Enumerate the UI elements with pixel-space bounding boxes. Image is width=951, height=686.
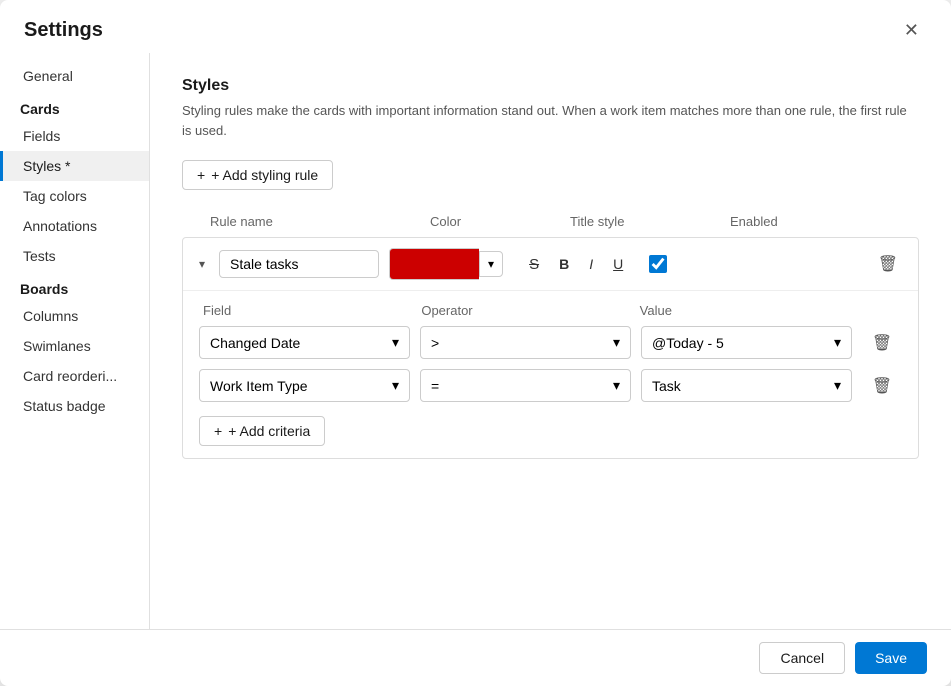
- strikethrough-button[interactable]: S: [523, 252, 545, 277]
- color-picker: ▾: [389, 248, 503, 280]
- chevron-down-icon: ▾: [199, 257, 205, 271]
- sidebar-item-card-reorder[interactable]: Card reorderi...: [0, 361, 149, 391]
- rule-expand-button[interactable]: ▾: [195, 255, 209, 273]
- value-select-2-value: Task: [652, 378, 681, 394]
- delete-icon: 🗑: [872, 335, 892, 352]
- delete-criteria-2-button[interactable]: 🗑: [862, 372, 902, 400]
- underline-button[interactable]: U: [607, 252, 629, 276]
- save-button[interactable]: Save: [855, 642, 927, 674]
- settings-dialog: Settings ✕ General Cards Fields Styles *…: [0, 0, 951, 686]
- chevron-down-icon: ▾: [488, 257, 494, 271]
- criteria-col-operator: Operator: [421, 303, 639, 318]
- section-title: Styles: [182, 77, 919, 95]
- criteria-col-value: Value: [640, 303, 858, 318]
- operator-select-2-value: =: [431, 378, 439, 394]
- chevron-down-icon: ▾: [613, 334, 620, 351]
- rule-row: ▾ ▾ S B I U: [182, 237, 919, 459]
- sidebar-item-swimlanes[interactable]: Swimlanes: [0, 331, 149, 361]
- criteria-row: Changed Date ▾ > ▾ @Today - 5 ▾ 🗑: [199, 326, 902, 359]
- section-description: Styling rules make the cards with import…: [182, 101, 919, 140]
- value-select-1-value: @Today - 5: [652, 335, 724, 351]
- criteria-col-field: Field: [203, 303, 421, 318]
- dialog-footer: Cancel Save: [0, 629, 951, 686]
- field-select-2[interactable]: Work Item Type ▾: [199, 369, 410, 402]
- add-styling-rule-label: + Add styling rule: [211, 167, 318, 183]
- col-header-title-style: Title style: [570, 214, 730, 229]
- rule-name-input[interactable]: [219, 250, 379, 278]
- chevron-down-icon: ▾: [613, 377, 620, 394]
- sidebar-item-annotations[interactable]: Annotations: [0, 211, 149, 241]
- color-swatch[interactable]: [389, 248, 479, 280]
- operator-select-1[interactable]: > ▾: [420, 326, 631, 359]
- delete-criteria-1-button[interactable]: 🗑: [862, 329, 902, 357]
- chevron-down-icon: ▾: [392, 377, 399, 394]
- col-header-color: Color: [430, 214, 570, 229]
- operator-select-1-value: >: [431, 335, 439, 351]
- criteria-col-action: [858, 303, 898, 318]
- delete-icon: 🗑: [878, 256, 898, 273]
- chevron-down-icon: ▾: [392, 334, 399, 351]
- chevron-down-icon: ▾: [834, 334, 841, 351]
- enabled-checkbox[interactable]: [649, 255, 667, 273]
- value-select-2[interactable]: Task ▾: [641, 369, 852, 402]
- field-select-2-value: Work Item Type: [210, 378, 308, 394]
- sidebar-item-status-badge[interactable]: Status badge: [0, 391, 149, 421]
- sidebar-item-tests[interactable]: Tests: [0, 241, 149, 271]
- field-select-1[interactable]: Changed Date ▾: [199, 326, 410, 359]
- chevron-down-icon: ▾: [834, 377, 841, 394]
- table-header: Rule name Color Title style Enabled: [182, 210, 919, 233]
- sidebar: General Cards Fields Styles * Tag colors…: [0, 53, 150, 629]
- field-select-1-value: Changed Date: [210, 335, 300, 351]
- sidebar-item-styles[interactable]: Styles *: [0, 151, 149, 181]
- dialog-title: Settings: [24, 19, 103, 42]
- rule-header: ▾ ▾ S B I U: [183, 238, 918, 291]
- dialog-body: General Cards Fields Styles * Tag colors…: [0, 53, 951, 629]
- sidebar-section-cards: Cards: [0, 91, 149, 121]
- add-criteria-label: + Add criteria: [228, 423, 310, 439]
- bold-button[interactable]: B: [553, 252, 575, 276]
- main-content: Styles Styling rules make the cards with…: [150, 53, 951, 629]
- sidebar-item-general[interactable]: General: [0, 61, 149, 91]
- add-criteria-button[interactable]: + + Add criteria: [199, 416, 325, 446]
- italic-button[interactable]: I: [583, 252, 599, 276]
- value-select-1[interactable]: @Today - 5 ▾: [641, 326, 852, 359]
- sidebar-item-tag-colors[interactable]: Tag colors: [0, 181, 149, 211]
- sidebar-item-columns[interactable]: Columns: [0, 301, 149, 331]
- dialog-header: Settings ✕: [0, 0, 951, 53]
- criteria-row: Work Item Type ▾ = ▾ Task ▾ 🗑: [199, 369, 902, 402]
- plus-icon: +: [197, 167, 205, 183]
- cancel-button[interactable]: Cancel: [759, 642, 845, 674]
- title-style-controls: S B I U: [523, 252, 629, 277]
- close-button[interactable]: ✕: [896, 16, 927, 45]
- col-header-rule-name: Rule name: [210, 214, 430, 229]
- plus-icon: +: [214, 423, 222, 439]
- color-dropdown-button[interactable]: ▾: [479, 251, 503, 277]
- add-styling-rule-button[interactable]: + + Add styling rule: [182, 160, 333, 190]
- delete-rule-button[interactable]: 🗑: [870, 250, 906, 278]
- sidebar-item-fields[interactable]: Fields: [0, 121, 149, 151]
- sidebar-section-boards: Boards: [0, 271, 149, 301]
- col-header-enabled: Enabled: [730, 214, 810, 229]
- operator-select-2[interactable]: = ▾: [420, 369, 631, 402]
- criteria-header: Field Operator Value: [199, 303, 902, 318]
- criteria-table: Field Operator Value Changed Date ▾ >: [183, 291, 918, 458]
- delete-icon: 🗑: [872, 378, 892, 395]
